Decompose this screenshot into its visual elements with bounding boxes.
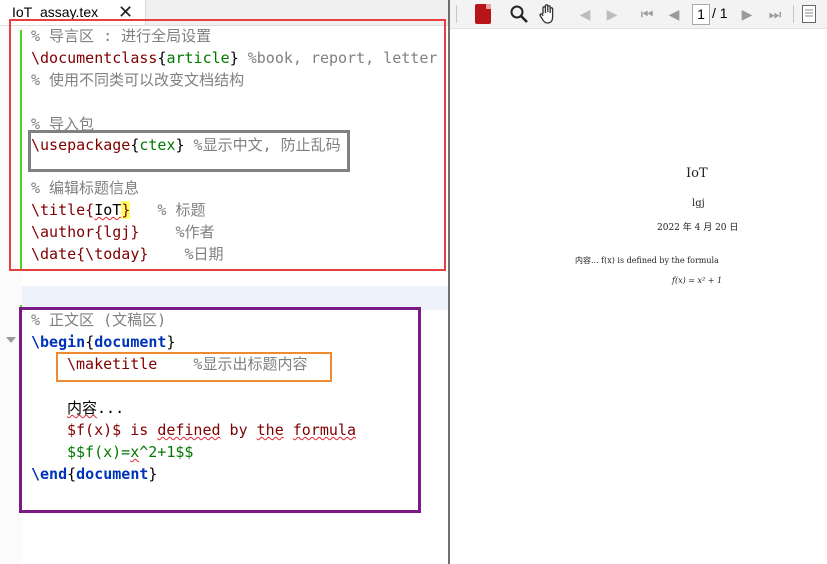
viewer-toolbar: ◀ ▶ ⏮ ◀ 1 / 1 ▶ ⏭ <box>450 0 827 29</box>
pdf-icon[interactable] <box>475 4 491 24</box>
last-page-icon[interactable]: ⏭ <box>765 4 785 24</box>
tab-label: IoT_assay.tex <box>12 4 99 20</box>
back-arrow-icon[interactable]: ◀ <box>575 4 595 24</box>
doc-formula: f(x) = x² + 1 <box>672 276 723 285</box>
package-annotation-box <box>28 130 350 172</box>
maketitle-annotation-box <box>56 352 332 382</box>
page-total: / 1 <box>712 5 728 21</box>
toolbar-separator <box>456 5 457 23</box>
pdf-viewer: ◀ ▶ ⏮ ◀ 1 / 1 ▶ ⏭ IoT lgj 2022 年 4 月 20 … <box>450 0 827 564</box>
fold-arrow-icon[interactable] <box>6 337 16 343</box>
doc-title: IoT <box>686 166 708 181</box>
search-icon[interactable] <box>509 4 529 24</box>
toolbar-separator <box>793 5 794 23</box>
hand-tool-icon[interactable] <box>538 3 558 25</box>
forward-arrow-icon[interactable]: ▶ <box>602 4 622 24</box>
doc-body-text: 内容... f(x) is defined by the formula <box>575 256 719 265</box>
page-view-icon[interactable] <box>801 4 817 24</box>
prev-page-icon[interactable]: ◀ <box>664 4 684 24</box>
body-annotation-box <box>19 307 421 513</box>
doc-author: lgj <box>692 198 705 209</box>
page-number-input[interactable]: 1 <box>692 4 710 25</box>
doc-date: 2022 年 4 月 20 日 <box>657 223 739 233</box>
next-page-icon[interactable]: ▶ <box>737 4 757 24</box>
first-page-icon[interactable]: ⏮ <box>637 4 657 24</box>
